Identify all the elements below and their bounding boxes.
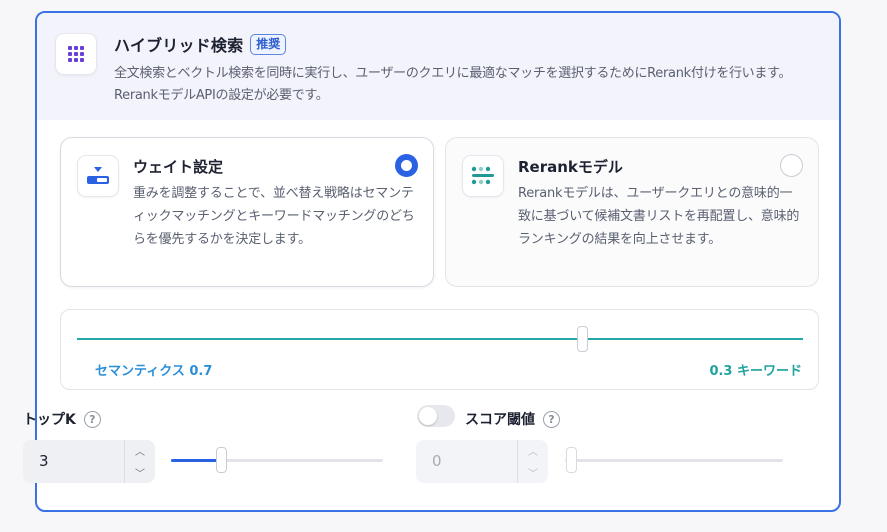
score-threshold-slider-track[interactable] [565, 459, 783, 462]
rerank-dots-icon [462, 155, 504, 197]
score-threshold-toggle[interactable] [417, 405, 455, 427]
top-k-stepper: ︿ ﹀ [124, 440, 155, 483]
grid-dots-icon [55, 33, 97, 75]
title-row: ハイブリッド検索 推奨 [114, 32, 287, 56]
toggle-knob [419, 407, 437, 425]
option-rerank-model[interactable]: Rerankモデル Rerankモデルは、ユーザークエリとの意味的一致に基づいて… [445, 137, 819, 287]
hybrid-search-card[interactable]: ハイブリッド検索 推奨 全文検索とベクトル検索を同時に実行し、ユーザーのクエリに… [35, 11, 841, 512]
option-title: Rerankモデル [518, 158, 623, 176]
card-title: ハイブリッド検索 [114, 36, 244, 55]
chevron-up-icon[interactable]: ︿ [518, 440, 548, 462]
score-threshold-value[interactable]: 0 [432, 452, 442, 470]
help-icon[interactable]: ? [543, 410, 560, 428]
semantic-weight-label: セマンティクス 0.7 [95, 364, 213, 379]
recommended-badge: 推奨 [250, 33, 287, 55]
weight-slider-track[interactable] [77, 338, 803, 340]
option-description: Rerankモデルは、ユーザークエリとの意味的一致に基づいて候補文書リストを再配… [518, 186, 800, 247]
chevron-down-icon[interactable]: ﹀ [518, 462, 548, 484]
help-icon[interactable]: ? [83, 410, 101, 428]
keyword-weight-label: 0.3 キーワード [709, 364, 802, 379]
weight-slider-thumb[interactable] [577, 326, 588, 352]
chevron-down-icon[interactable]: ﹀ [125, 462, 155, 484]
weight-slider-icon [77, 155, 119, 197]
top-k-value[interactable]: 3 [39, 452, 49, 470]
score-threshold-input[interactable]: 0 ︿ ﹀ [416, 440, 548, 483]
weight-slider-panel: セマンティクス 0.7 0.3 キーワード [60, 309, 819, 390]
top-k-slider-track[interactable] [171, 459, 383, 462]
top-k-slider-thumb[interactable] [216, 447, 227, 473]
card-description: 全文検索とベクトル検索を同時に実行し、ユーザーのクエリに最適なマッチを選択するた… [114, 66, 792, 103]
top-k-label-row: トップK ? [23, 409, 101, 429]
option-weight-settings[interactable]: ウェイト設定 重みを調整することで、並べ替え戦略はセマンティックマッチングとキー… [60, 137, 434, 287]
chevron-up-icon[interactable]: ︿ [125, 440, 155, 462]
score-threshold-slider-thumb[interactable] [566, 447, 577, 473]
top-k-label: トップK [23, 412, 76, 428]
score-threshold-stepper: ︿ ﹀ [517, 440, 548, 483]
radio-unselected[interactable] [780, 154, 803, 177]
top-k-input[interactable]: 3 ︿ ﹀ [23, 440, 155, 483]
score-threshold-label-row: スコア閾値 ? [465, 409, 560, 429]
score-threshold-label: スコア閾値 [465, 412, 535, 428]
option-title: ウェイト設定 [133, 158, 224, 176]
hybrid-search-header: ハイブリッド検索 推奨 全文検索とベクトル検索を同時に実行し、ユーザーのクエリに… [37, 13, 839, 120]
radio-selected[interactable] [395, 154, 418, 177]
option-description: 重みを調整することで、並べ替え戦略はセマンティックマッチングとキーワードマッチン… [133, 186, 415, 247]
